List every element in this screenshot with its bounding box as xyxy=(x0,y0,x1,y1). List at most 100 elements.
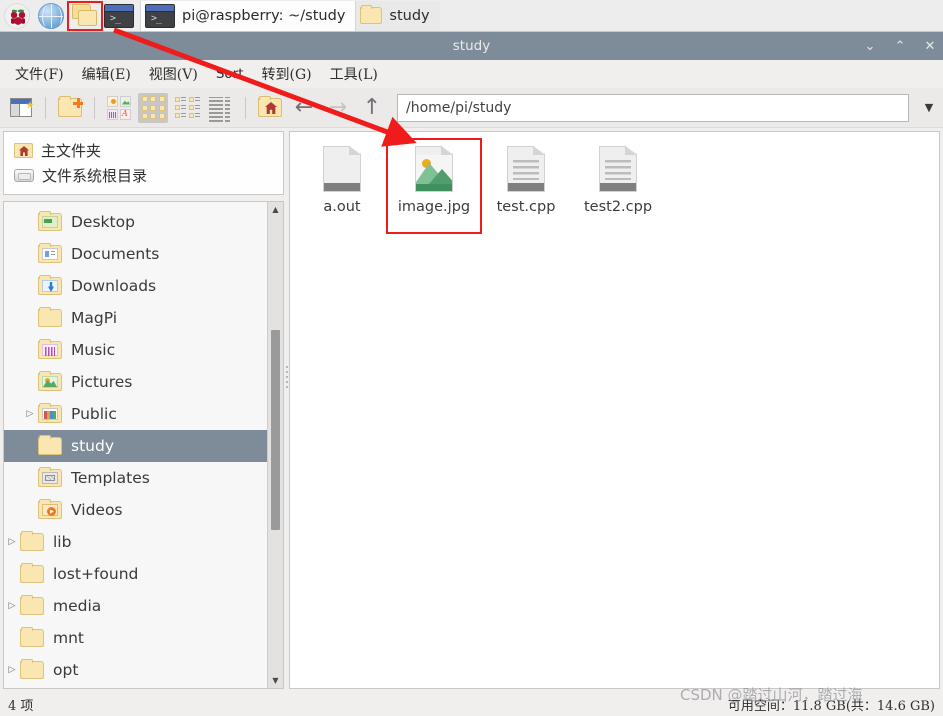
tree-item-label: mnt xyxy=(53,629,84,647)
tree-item-label: Public xyxy=(71,405,117,423)
terminal-launcher-icon[interactable]: >_ xyxy=(102,1,136,31)
file-item-label: test.cpp xyxy=(496,199,556,215)
home-folder-icon[interactable] xyxy=(255,93,285,123)
path-dropdown-icon[interactable]: ▼ xyxy=(915,93,943,123)
tree-item-label: lib xyxy=(53,533,72,551)
folders-glyph xyxy=(67,0,103,31)
file-pane[interactable]: a.out image.jpg test.cpp test2.cpp xyxy=(289,131,940,689)
tree-item-study[interactable]: study xyxy=(4,430,267,462)
downloads-overlay-icon xyxy=(42,280,58,292)
pictures-overlay-icon xyxy=(42,376,58,388)
expander-triangle-icon[interactable]: ▷ xyxy=(4,537,20,547)
tree-item-mnt[interactable]: mnt xyxy=(4,622,267,654)
tree-item-label: media xyxy=(53,597,102,615)
place-home-folder-label: 主文件夹 xyxy=(41,142,102,160)
up-arrow-icon[interactable]: ↑ xyxy=(357,93,387,123)
text-file-icon xyxy=(599,146,637,192)
back-arrow-icon[interactable]: ← xyxy=(289,93,319,123)
place-home-folder[interactable]: 主文件夹 xyxy=(14,138,283,163)
tree-item-downloads[interactable]: Downloads xyxy=(4,270,267,302)
screen: >_ >_ pi@raspberry: ~/study study study … xyxy=(0,0,943,716)
raspberry-menu-icon[interactable] xyxy=(0,1,34,31)
tree-item-videos[interactable]: Videos xyxy=(4,494,267,526)
file-item-label: test2.cpp xyxy=(583,199,653,215)
menu-go[interactable]: 转到(G) xyxy=(255,61,319,87)
menu-tools[interactable]: 工具(L) xyxy=(323,61,385,87)
videos-overlay-icon xyxy=(42,504,58,516)
tree-item-pictures[interactable]: Pictures xyxy=(4,366,267,398)
tree-item-label: Desktop xyxy=(71,213,135,231)
file-item[interactable]: test.cpp xyxy=(480,140,572,232)
menu-sort[interactable]: Sort xyxy=(209,63,251,85)
tree-item-lib[interactable]: ▷ lib xyxy=(4,526,267,558)
taskbar-window-terminal[interactable]: >_ pi@raspberry: ~/study xyxy=(140,0,357,31)
toolbar: ← → ↑ /home/pi/study ▼ xyxy=(0,88,943,128)
compact-view-icon[interactable] xyxy=(206,93,236,123)
file-item[interactable]: image.jpg xyxy=(386,138,482,234)
taskbar-window-terminal-label: pi@raspberry: ~/study xyxy=(182,7,346,24)
path-input-value: /home/pi/study xyxy=(406,99,512,116)
new-folder-icon[interactable] xyxy=(55,93,85,123)
icon-view-glyph xyxy=(141,96,165,119)
expander-triangle-icon[interactable]: ▷ xyxy=(22,409,38,419)
maximize-button[interactable]: ⌃ xyxy=(893,39,907,54)
folder-icon xyxy=(38,275,62,295)
terminal-glyph: >_ xyxy=(104,3,134,28)
folder-icon xyxy=(20,627,44,647)
compact-view-glyph xyxy=(209,96,233,122)
image-file-icon xyxy=(415,146,453,192)
tree-scrollbar[interactable]: ▲ ▼ xyxy=(267,202,283,688)
item-count-label: 4 项 xyxy=(8,698,34,714)
menu-file[interactable]: 文件(F) xyxy=(8,61,71,87)
place-filesystem-root-label: 文件系统根目录 xyxy=(42,167,148,185)
home-folder-icon xyxy=(14,143,33,158)
file-item[interactable]: test2.cpp xyxy=(572,140,664,232)
terminal-icon: >_ xyxy=(145,3,175,28)
tree-item-lost-found[interactable]: lost+found xyxy=(4,558,267,590)
minimize-button[interactable]: ⌄ xyxy=(863,39,877,54)
expander-triangle-icon[interactable]: ▷ xyxy=(4,665,20,675)
tree-item-opt[interactable]: ▷ opt xyxy=(4,654,267,686)
tree-item-public[interactable]: ▷ Public xyxy=(4,398,267,430)
file-item[interactable]: a.out xyxy=(296,140,388,232)
file-manager-window: study ⌄ ⌃ ✕ 文件(F) 编辑(E) 视图(V) Sort 转到(G)… xyxy=(0,32,943,716)
file-grid: a.out image.jpg test.cpp test2.cpp xyxy=(290,132,939,240)
file-item-label: image.jpg xyxy=(397,199,471,215)
scroll-up-arrow-icon[interactable]: ▲ xyxy=(268,202,283,217)
file-manager-icon[interactable] xyxy=(67,0,103,31)
forward-arrow-icon: → xyxy=(328,94,348,120)
detailed-list-view-icon[interactable] xyxy=(172,93,202,123)
folder-icon xyxy=(38,403,62,423)
place-filesystem-root[interactable]: 文件系统根目录 xyxy=(14,163,283,188)
path-input[interactable]: /home/pi/study xyxy=(397,93,909,122)
new-tab-glyph xyxy=(10,98,34,117)
window-title: study xyxy=(452,38,491,54)
tree-item-media[interactable]: ▷ media xyxy=(4,590,267,622)
toolbar-divider xyxy=(94,96,95,119)
tree-item-label: lost+found xyxy=(53,565,139,583)
thumbnail-view-icon[interactable] xyxy=(104,93,134,123)
directory-tree-list: Desktop Documents Downloads MagPi Music Pictu… xyxy=(4,202,267,688)
web-browser-icon[interactable] xyxy=(34,1,68,31)
scrollbar-thumb[interactable] xyxy=(271,330,280,530)
scroll-down-arrow-icon[interactable]: ▼ xyxy=(268,673,283,688)
window-titlebar[interactable]: study ⌄ ⌃ ✕ xyxy=(0,32,943,60)
tree-item-documents[interactable]: Documents xyxy=(4,238,267,270)
music-overlay-icon xyxy=(42,344,58,356)
tree-item-magpi[interactable]: MagPi xyxy=(4,302,267,334)
taskbar-window-filemanager[interactable]: study xyxy=(356,0,440,31)
close-button[interactable]: ✕ xyxy=(923,39,937,54)
sidebar: 主文件夹 文件系统根目录 Desktop Documents Downloads Ma… xyxy=(0,128,287,692)
new-tab-icon[interactable] xyxy=(6,93,36,123)
folder-icon xyxy=(360,5,383,24)
tree-item-desktop[interactable]: Desktop xyxy=(4,206,267,238)
icon-view-icon[interactable] xyxy=(138,92,168,123)
menu-view[interactable]: 视图(V) xyxy=(142,61,205,87)
expander-triangle-icon[interactable]: ▷ xyxy=(4,601,20,611)
folder-icon xyxy=(38,339,62,359)
menu-edit[interactable]: 编辑(E) xyxy=(75,61,138,87)
tree-item-templates[interactable]: Templates xyxy=(4,462,267,494)
tree-item-music[interactable]: Music xyxy=(4,334,267,366)
folder-icon xyxy=(38,435,62,455)
documents-overlay-icon xyxy=(42,248,58,260)
